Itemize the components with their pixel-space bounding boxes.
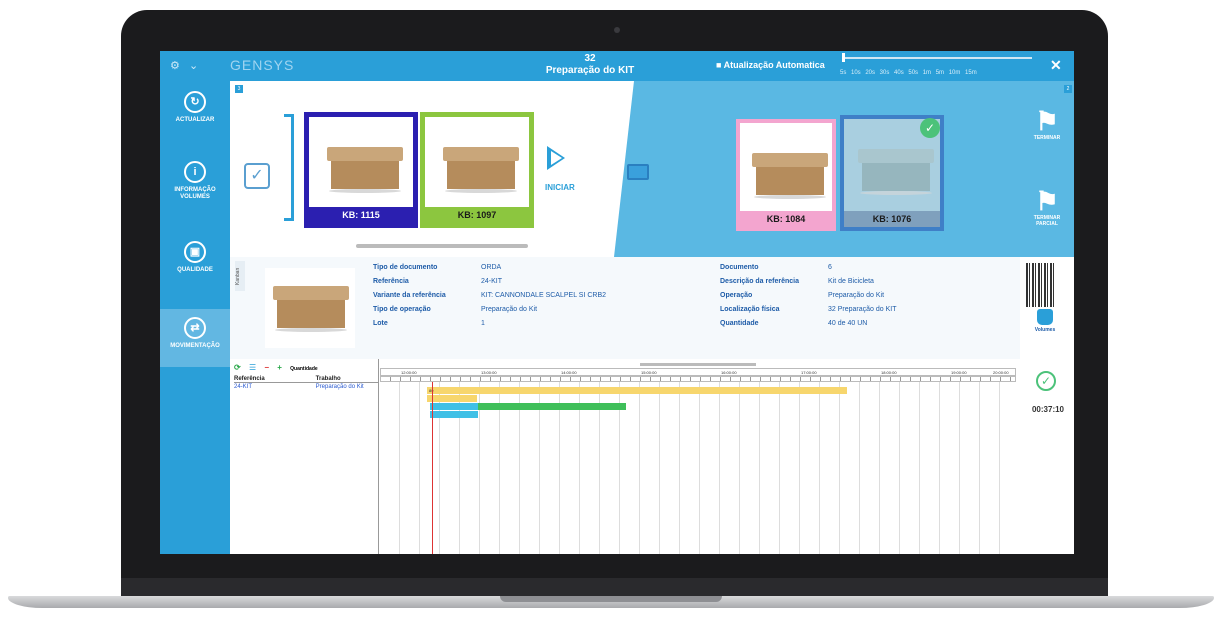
check-circle-icon[interactable]: ✓	[1036, 371, 1056, 391]
kanban-card-label: KB: 1084	[740, 211, 832, 227]
cell-referencia: 24-KIT	[234, 384, 253, 390]
hour-label: 20:00:00	[993, 370, 1009, 375]
field-label: Tipo de operação	[373, 306, 431, 313]
col-trabalho[interactable]: Trabalho	[316, 376, 341, 382]
grid-header: Referência Trabalho	[234, 376, 378, 383]
checkered-flag-hourglass-icon: ⚑	[1035, 186, 1059, 216]
kanban-card-label: KB: 1097	[425, 207, 529, 223]
remove-icon[interactable]: −	[264, 363, 269, 372]
field-label: Descrição da referência	[720, 278, 799, 285]
start-button[interactable]: INICIAR	[545, 183, 575, 192]
grid-toolbar: ⟳ ☰ − + Quantidade	[234, 363, 324, 372]
pending-count-badge: 3	[235, 85, 243, 93]
gantt-bar-planned[interactable]: 80	[427, 387, 847, 394]
field-label: Documento	[720, 264, 759, 271]
select-all-icon[interactable]: ✓	[244, 163, 270, 189]
field-label: Variante da referência	[373, 292, 446, 299]
cell-trabalho: Preparação do Kit	[315, 384, 364, 390]
field-value: 1	[481, 320, 485, 327]
kanban-card-label: KB: 1115	[309, 207, 413, 223]
queue-scrollbar[interactable]	[356, 244, 528, 248]
barcode-icon	[1026, 263, 1056, 307]
field-label: Operação	[720, 292, 753, 299]
add-icon[interactable]: +	[277, 363, 282, 372]
field-value: Preparação do Kit	[481, 306, 538, 313]
hour-label: 14:00:00	[561, 370, 577, 375]
hour-label: 16:00:00	[721, 370, 737, 375]
done-count-badge: 2	[1064, 85, 1072, 93]
checkered-flag-icon: ⚑	[1035, 106, 1059, 136]
field-label: Tipo de documento	[373, 264, 438, 271]
kanban-tab[interactable]: Kanban	[235, 261, 245, 291]
completed-check-icon: ✓	[920, 118, 940, 138]
kanban-card-label: KB: 1076	[844, 211, 940, 227]
field-label: Referência	[373, 278, 409, 285]
hour-label: 12:00:00	[401, 370, 417, 375]
gantt-now-line	[432, 382, 433, 554]
list-icon[interactable]: ☰	[249, 363, 256, 372]
quantity-button[interactable]: Quantidade	[290, 366, 318, 372]
gantt-scrollbar[interactable]	[640, 363, 756, 366]
play-icon-inner	[551, 151, 562, 165]
finish-button[interactable]: ⚑ TERMINAR	[1030, 107, 1064, 141]
field-value: 6	[828, 264, 832, 271]
laptop-notch	[500, 596, 722, 602]
id-card-icon[interactable]	[627, 164, 649, 180]
gantt-bar-running-2[interactable]	[430, 411, 478, 418]
elapsed-timer: 00:37:10	[1031, 405, 1065, 414]
field-value: ORDA	[481, 264, 502, 271]
field-label: Quantidade	[720, 320, 759, 327]
gantt-bar-progress[interactable]	[478, 403, 626, 410]
field-value: Kit de Bicicleta	[828, 278, 874, 285]
volumes-button[interactable]: Volumes	[1028, 309, 1062, 333]
gantt-bar-planned-2[interactable]	[427, 395, 477, 402]
hour-label: 18:00:00	[881, 370, 897, 375]
weight-icon	[1037, 309, 1053, 325]
field-value: KIT: CANNONDALE SCALPEL SI CRB2	[481, 292, 607, 299]
refresh-icon[interactable]: ⟳	[234, 363, 241, 372]
selection-bracket	[284, 114, 294, 221]
kanban-card-done-1[interactable]: KB: 1084	[736, 119, 836, 231]
finish-partial-button[interactable]: ⚑ TERMINAR PARCIAL	[1030, 187, 1064, 227]
gantt-hour-header: 12:00:00 13:00:00 14:00:00 15:00:00 16:0…	[380, 368, 1016, 376]
hour-label: 13:00:00	[481, 370, 497, 375]
finish-partial-label: TERMINAR PARCIAL	[1033, 215, 1061, 227]
kanban-card-pending-2[interactable]: KB: 1097	[420, 112, 534, 228]
field-label: Localização física	[720, 306, 780, 313]
field-value: 40 de 40 UN	[828, 320, 868, 327]
field-value: 32 Preparação do KIT	[828, 306, 897, 313]
hour-label: 17:00:00	[801, 370, 817, 375]
box-image	[858, 149, 934, 195]
box-image	[327, 147, 403, 193]
kanban-card-pending-1[interactable]: KB: 1115	[304, 112, 418, 228]
gantt-bar-running[interactable]	[430, 403, 480, 410]
hour-label: 15:00:00	[641, 370, 657, 375]
box-image	[752, 153, 828, 199]
volumes-label: Volumes	[1034, 327, 1056, 333]
finish-label: TERMINAR	[1033, 135, 1061, 141]
box-image	[443, 147, 519, 193]
field-value: 24-KIT	[481, 278, 503, 285]
col-referencia[interactable]: Referência	[234, 376, 314, 382]
laptop-chin	[121, 578, 1108, 598]
main-area: 3 2 ✓ KB: 1115 KB: 1097 INICIAR KB: 1084…	[160, 51, 1074, 554]
table-row[interactable]: 24-KIT Preparação do Kit	[234, 384, 378, 390]
field-value: Preparação do Kit	[828, 292, 885, 299]
field-label: Lote	[373, 320, 388, 327]
hour-label: 19:00:00	[951, 370, 967, 375]
product-image	[265, 268, 355, 348]
camera	[614, 27, 620, 33]
